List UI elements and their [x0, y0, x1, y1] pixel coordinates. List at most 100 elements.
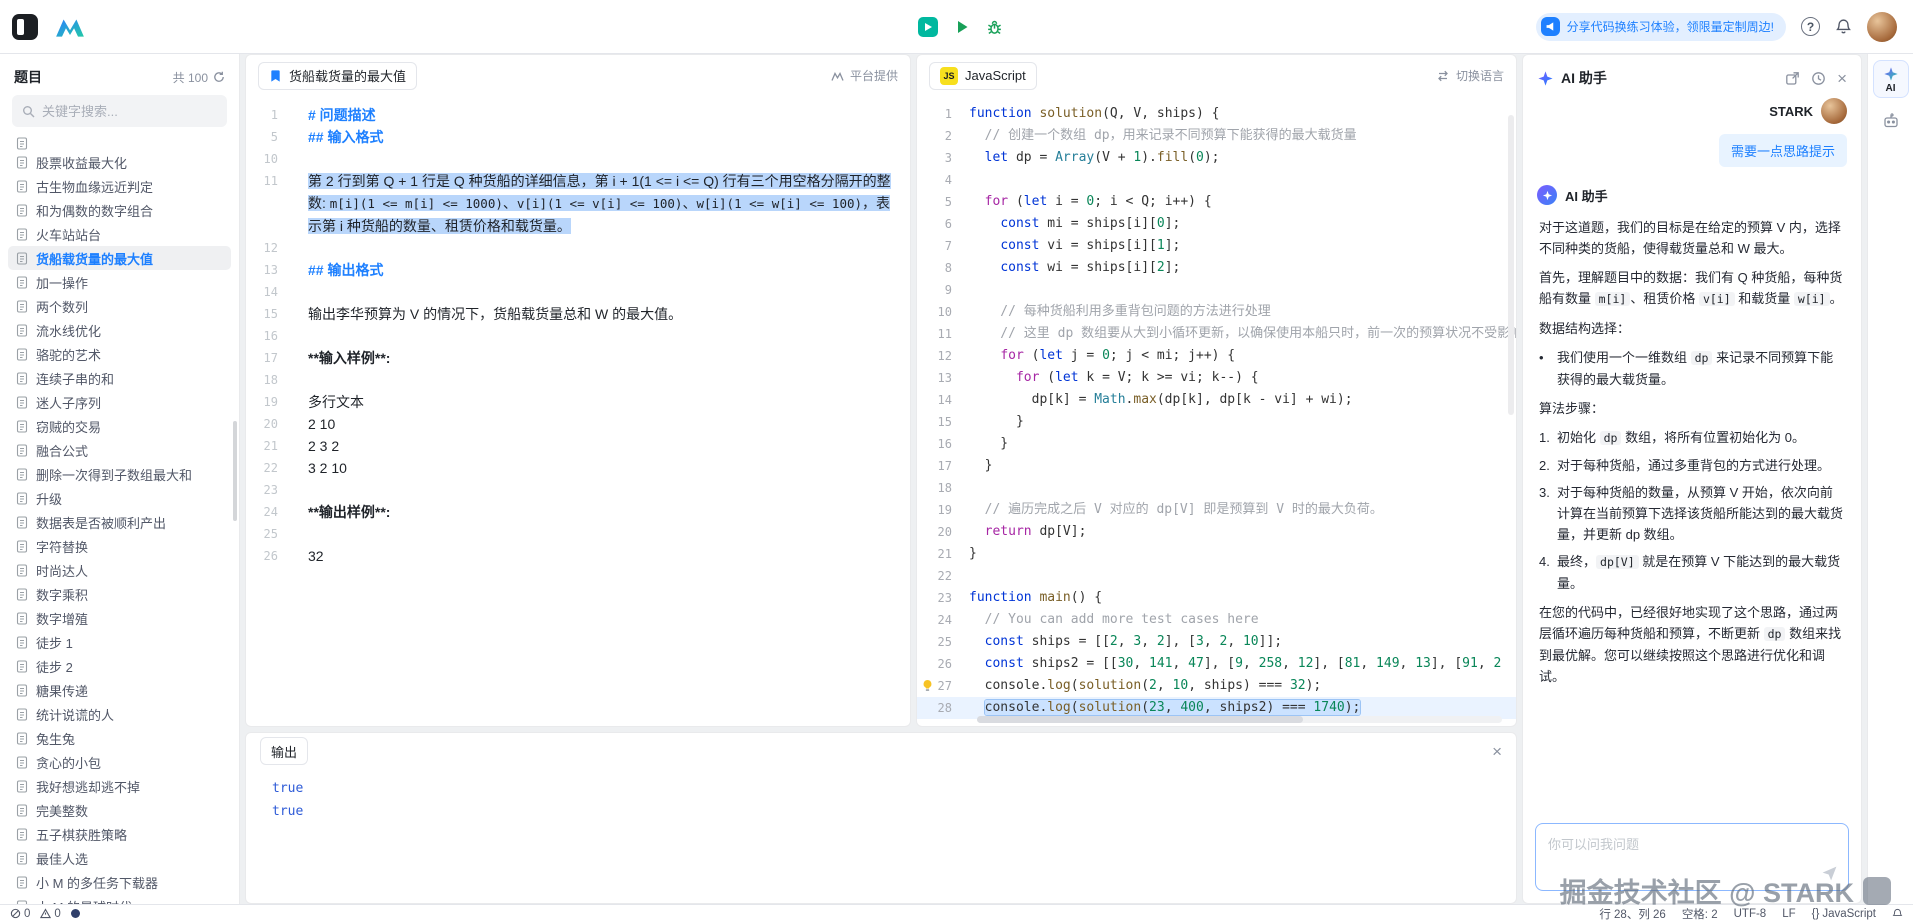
code-line[interactable]: 1function solution(Q, V, ships) { — [917, 103, 1516, 125]
send-icon[interactable] — [1821, 865, 1838, 882]
help-button[interactable]: ? — [1801, 17, 1820, 36]
output-tab[interactable]: 输出 — [260, 737, 308, 765]
code-line[interactable]: 17 } — [917, 455, 1516, 477]
code-line[interactable]: 19 // 遍历完成之后 V 对应的 dp[V] 即是预算到 V 时的最大负荷。 — [917, 499, 1516, 521]
sidebar-item[interactable]: 完美整数 — [8, 798, 231, 822]
sidebar-item[interactable]: 两个数列 — [8, 294, 231, 318]
code-line[interactable]: 3 let dp = Array(V + 1).fill(0); — [917, 147, 1516, 169]
sidebar-item[interactable]: 字符替换 — [8, 534, 231, 558]
switch-language-button[interactable]: 切换语言 — [1436, 67, 1504, 84]
code-line[interactable]: 13 for (let k = V; k >= vi; k--) { — [917, 367, 1516, 389]
language-mode[interactable]: {} JavaScript — [1812, 908, 1876, 920]
code-line[interactable]: 6 const mi = ships[i][0]; — [917, 213, 1516, 235]
sidebar-item[interactable]: 股票收益最大化 — [8, 150, 231, 174]
code-content[interactable]: 1function solution(Q, V, ships) {2 // 创建… — [917, 96, 1516, 726]
user-avatar[interactable] — [1867, 12, 1897, 42]
sidebar-item[interactable]: 小 M 的星球时代 — [8, 894, 231, 904]
close-ai-button[interactable]: × — [1837, 70, 1847, 87]
search-input[interactable] — [42, 104, 217, 119]
description-row: 2632 — [246, 545, 910, 567]
code-line[interactable]: 20 return dp[V]; — [917, 521, 1516, 543]
sidebar-item[interactable]: 兔生兔 — [8, 726, 231, 750]
language-tab[interactable]: JS JavaScript — [929, 62, 1037, 90]
code-line[interactable]: 15 } — [917, 411, 1516, 433]
close-output-button[interactable]: × — [1492, 743, 1502, 760]
refresh-icon[interactable] — [213, 71, 225, 83]
problems-counters[interactable]: 0 0 — [10, 908, 80, 920]
sidebar-item[interactable]: 数字增殖 — [8, 606, 231, 630]
sidebar-item[interactable]: 数字乘积 — [8, 582, 231, 606]
code-line[interactable]: 11 // 这里 dp 数组要从大到小循环更新，以确保使用本船只时，前一次的预算… — [917, 323, 1516, 345]
code-line[interactable]: 14 dp[k] = Math.max(dp[k], dp[k - vi] + … — [917, 389, 1516, 411]
code-line[interactable]: 21} — [917, 543, 1516, 565]
code-line[interactable]: 23function main() { — [917, 587, 1516, 609]
code-line[interactable]: 16 } — [917, 433, 1516, 455]
description-content[interactable]: 1# 问题描述5## 输入格式1011第 2 行到第 Q + 1 行是 Q 种货… — [246, 96, 910, 726]
eol[interactable]: LF — [1782, 908, 1795, 920]
ai-message-input[interactable] — [1536, 824, 1848, 890]
sidebar-item[interactable]: 和为偶数的数字组合 — [8, 198, 231, 222]
sidebar-item[interactable]: 糖果传递 — [8, 678, 231, 702]
sidebar-item[interactable]: 时尚达人 — [8, 558, 231, 582]
encoding[interactable]: UTF-8 — [1734, 908, 1767, 920]
app-logo[interactable] — [54, 15, 86, 39]
code-line[interactable]: 2 // 创建一个数组 dp，用来记录不同预算下能获得的最大载货量 — [917, 125, 1516, 147]
sidebar-item[interactable]: 五子棋获胜策略 — [8, 822, 231, 846]
notifications-button[interactable] — [1835, 18, 1852, 35]
sidebar-item[interactable]: 货船载货量的最大值 — [8, 246, 231, 270]
sidebar-item[interactable]: 窃贼的交易 — [8, 414, 231, 438]
history-icon[interactable] — [1811, 71, 1826, 86]
cursor-position[interactable]: 行 28、列 26 — [1599, 906, 1665, 922]
code-line[interactable]: 9 — [917, 279, 1516, 301]
code-line[interactable]: 8 const wi = ships[i][2]; — [917, 257, 1516, 279]
code-line[interactable]: 22 — [917, 565, 1516, 587]
sidebar-item[interactable]: 小 M 的多任务下载器 — [8, 870, 231, 894]
warnings-counter[interactable]: 0 — [40, 908, 60, 920]
rail-assistant-icon[interactable] — [1882, 112, 1900, 130]
sidebar-item[interactable]: 最佳人选 — [8, 846, 231, 870]
horizontal-scrollbar[interactable] — [977, 716, 1502, 723]
sidebar-item[interactable]: 骆驼的艺术 — [8, 342, 231, 366]
code-line[interactable]: 26 const ships2 = [[30, 141, 47], [9, 25… — [917, 653, 1516, 675]
code-line[interactable]: 7 const vi = ships[i][1]; — [917, 235, 1516, 257]
code-line[interactable]: 18 — [917, 477, 1516, 499]
sidebar-item[interactable]: 融合公式 — [8, 438, 231, 462]
statusbar-bell-icon[interactable] — [1892, 908, 1903, 919]
list-item-clipped[interactable] — [8, 137, 231, 150]
code-line[interactable]: 5 for (let i = 0; i < Q; i++) { — [917, 191, 1516, 213]
sidebar-item[interactable]: 删除一次得到子数组最大和 — [8, 462, 231, 486]
sidebar-item[interactable]: 徒步 1 — [8, 630, 231, 654]
run-button[interactable] — [954, 19, 970, 35]
code-line[interactable]: 25 const ships = [[2, 3, 2], [3, 2, 10]]… — [917, 631, 1516, 653]
rail-ai-button[interactable]: AI — [1873, 60, 1909, 98]
sidebar-item[interactable]: 贪心的小包 — [8, 750, 231, 774]
code-line[interactable]: 10 // 每种货船利用多重背包问题的方法进行处理 — [917, 301, 1516, 323]
user-message-bubble[interactable]: 需要一点思路提示 — [1719, 134, 1847, 167]
sidebar-scrollbar[interactable] — [233, 421, 237, 521]
sidebar-item[interactable]: 我好想逃却逃不掉 — [8, 774, 231, 798]
code-line[interactable]: 24 // You can add more test cases here — [917, 609, 1516, 631]
sidebar-item[interactable]: 火车站站台 — [8, 222, 231, 246]
sidebar-item[interactable]: 加一操作 — [8, 270, 231, 294]
sidebar-item[interactable]: 连续子串的和 — [8, 366, 231, 390]
export-icon[interactable] — [1785, 71, 1800, 86]
code-line[interactable]: 4 — [917, 169, 1516, 191]
code-line[interactable]: 12 for (let j = 0; j < mi; j++) { — [917, 345, 1516, 367]
sidebar-toggle-button[interactable] — [12, 14, 38, 40]
problem-title-chip[interactable]: 货船载货量的最大值 — [258, 62, 417, 90]
notification-dot-icon[interactable] — [71, 909, 80, 918]
debug-button[interactable] — [986, 19, 1003, 36]
sidebar-item[interactable]: 统计说谎的人 — [8, 702, 231, 726]
promo-banner[interactable]: 分享代码换练习体验，领限量定制周边! — [1536, 13, 1786, 41]
vertical-scrollbar[interactable] — [1508, 115, 1514, 415]
sidebar-item[interactable]: 徒步 2 — [8, 654, 231, 678]
run-config-button[interactable] — [918, 17, 938, 37]
errors-counter[interactable]: 0 — [10, 908, 30, 920]
sidebar-item[interactable]: 流水线优化 — [8, 318, 231, 342]
sidebar-item[interactable]: 古生物血缘远近判定 — [8, 174, 231, 198]
sidebar-item[interactable]: 迷人子序列 — [8, 390, 231, 414]
code-line[interactable]: 27 console.log(solution(2, 10, ships) ==… — [917, 675, 1516, 697]
indentation[interactable]: 空格: 2 — [1682, 906, 1718, 922]
sidebar-item[interactable]: 数据表是否被顺利产出 — [8, 510, 231, 534]
sidebar-item[interactable]: 升级 — [8, 486, 231, 510]
